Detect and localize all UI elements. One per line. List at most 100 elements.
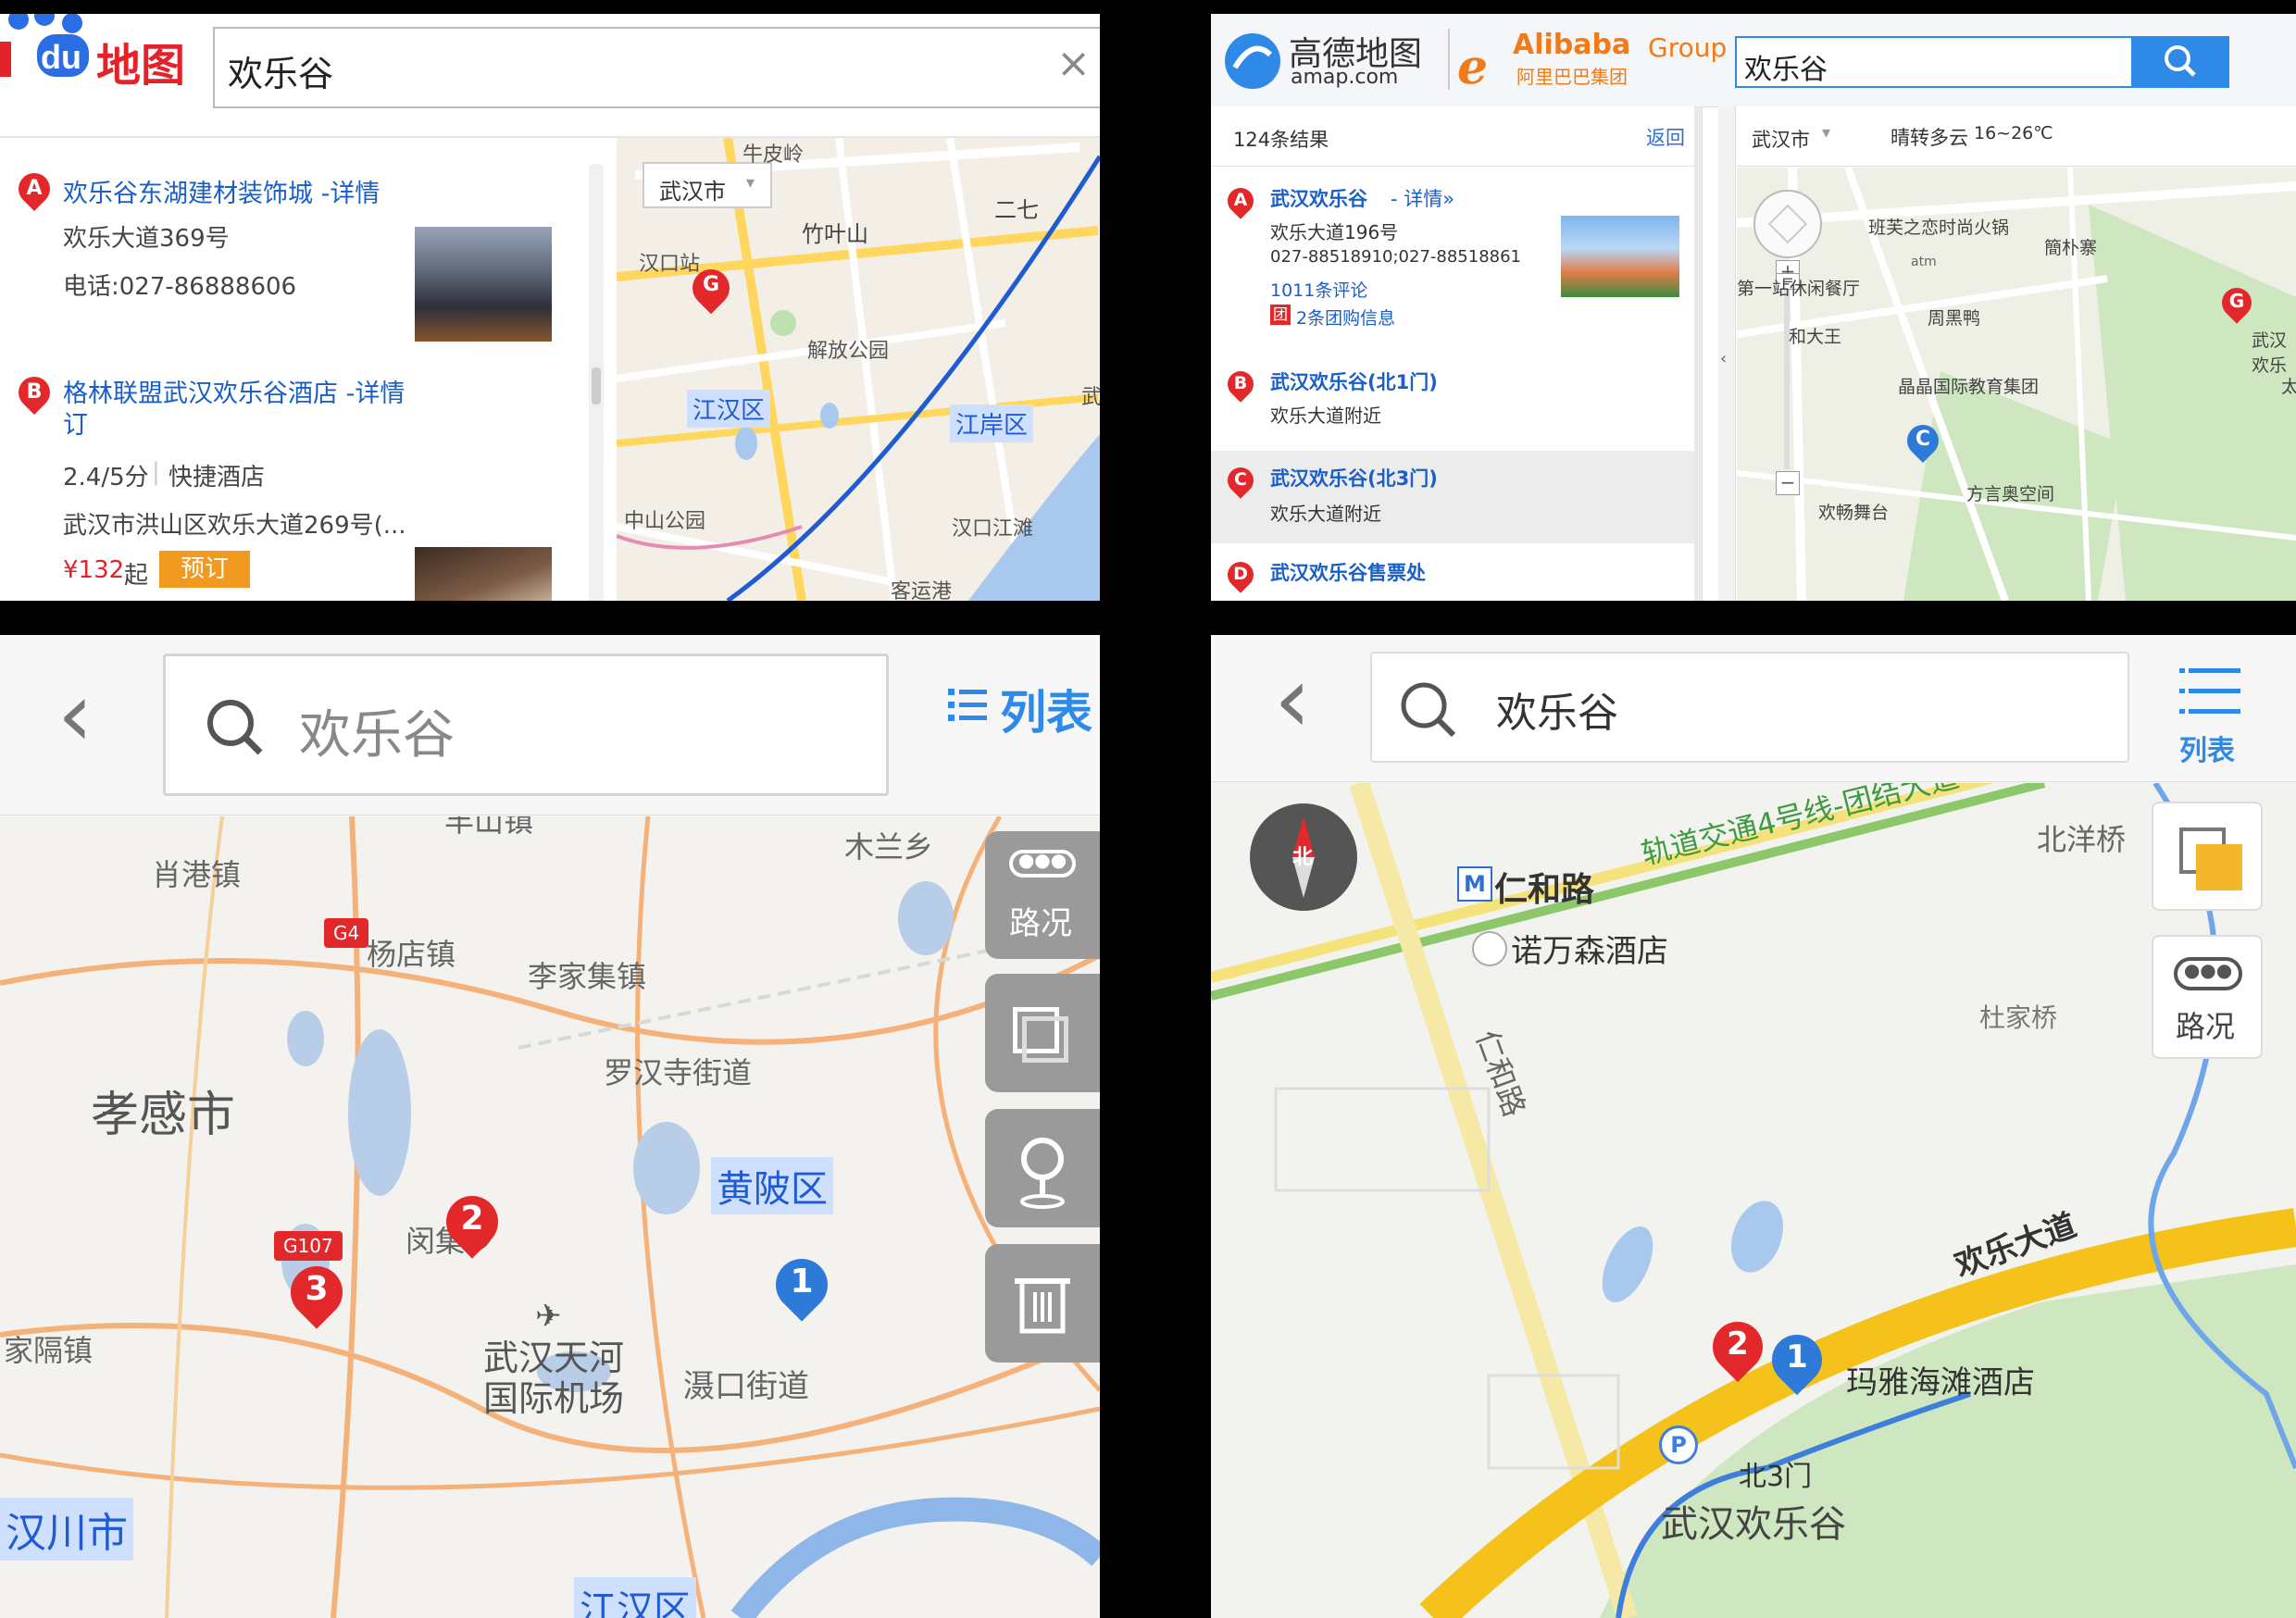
reviews-link[interactable]: 1011条评论 [1270,277,1367,302]
traffic-label: 路况 [2176,1009,2236,1044]
result-thumbnail[interactable] [1561,216,1679,297]
traffic-button[interactable]: ●●● 路况 [2152,935,2263,1059]
map-label: 丰山镇 [444,816,534,839]
zoom-slider[interactable] [1784,284,1790,469]
mobile-search-input[interactable]: 欢乐谷 [1370,652,2129,763]
map-label: 晶晶国际教育集团 [1898,377,2040,397]
back-icon[interactable]: ‹ [57,670,93,759]
map-label: 中山公园 [624,510,706,533]
baidu-result-list: A 欢乐谷东湖建材装饰城 -详情 欢乐大道369号 电话:027-8688860… [0,138,613,601]
group-buy-icon: 团 [1270,305,1291,325]
back-icon[interactable]: ‹ [1274,653,1311,746]
result-address: 欢乐大道附近 [1270,503,1381,525]
detail-link[interactable]: - 详情» [1391,184,1454,212]
list-icon[interactable] [948,685,989,726]
list-item[interactable]: A 欢乐谷东湖建材装饰城 -详情 欢乐大道369号 电话:027-8688860… [0,138,593,342]
map-label: 黄陂区 [711,1157,833,1214]
marker-c-icon: C [1234,469,1247,490]
amap-map[interactable]: + = − 班芙之恋时尚火锅 簡朴寨 第一站休闲餐厅 atm 和大王 周黑鸭 武… [1737,168,2296,601]
layers-button[interactable] [2152,802,2263,911]
atm-icon: atm [1911,255,1937,269]
list-item[interactable]: C 武汉欢乐谷(北3门) 欢乐大道附近 [1211,451,1696,543]
mobile-search-input[interactable]: 欢乐谷 [163,653,889,796]
clear-map-button[interactable] [985,1244,1100,1363]
map-label: 汉口江滩 [952,517,1034,541]
road-badge-g107: G107 [274,1231,343,1261]
baidu-map[interactable]: 武汉市 ▾ 牛皮岭 竹叶山 二七 汉口站 解放公园 江汉区 江岸区 中山公园 汉… [617,138,1100,601]
result-title[interactable]: 欢乐谷东湖建材装饰城 -详情 [63,173,380,209]
location-button[interactable] [985,1109,1100,1227]
alibaba-logo-text: Alibaba [1513,29,1631,61]
result-title[interactable]: 武汉欢乐谷(北3门) [1270,464,1438,492]
amap-search-input[interactable]: 欢乐谷 [1735,36,2133,88]
clear-icon[interactable]: × [1056,40,1091,87]
result-type: 快捷酒店 [168,464,266,492]
zoom-out-button[interactable]: − [1776,471,1800,495]
location-pin-icon [1020,1138,1065,1209]
temperature-text: 16~26℃ [1974,123,2053,143]
map-label: 杜家桥 [1979,1002,2058,1033]
traffic-icon: ●●● [1009,850,1076,877]
traffic-button[interactable]: ●●● 路况 [985,831,1100,959]
compass-button[interactable]: 北 [1250,803,1357,911]
marker-g-icon[interactable]: G [695,273,727,296]
airport-icon: ✈ [535,1298,562,1335]
list-item[interactable]: B 武汉欢乐谷(北1门) 欢乐大道附近 [1211,355,1692,443]
search-button[interactable] [2133,36,2229,88]
back-link[interactable]: 返回 [1646,123,1685,151]
map-label: 玛雅海滩酒店 [1846,1364,2035,1401]
list-item[interactable]: D 武汉欢乐谷售票处 [1211,549,1692,601]
marker-g-icon[interactable]: G [2221,290,2252,312]
divider: | [152,458,160,486]
result-title-wrap[interactable]: 订 [63,404,88,441]
map-label: 诺万森酒店 [1511,933,1668,970]
amap-result-header: 124条结果 返回 [1211,106,1702,167]
list-button[interactable]: 列表 [2179,728,2235,768]
amap-result-list: 124条结果 返回 A 武汉欢乐谷 - 详情» 欢乐大道196号 027-885… [1211,106,1703,601]
result-title[interactable]: 格林联盟武汉欢乐谷酒店 -详情 [63,373,405,409]
mobile-map-1[interactable]: 丰山镇 木兰乡 肖港镇 杨店镇 李家集镇 孝感市 罗汉寺街道 黄陂区 闵集乡 家… [0,816,1100,1618]
result-thumbnail[interactable] [415,227,552,342]
search-icon [1401,682,1456,738]
marker-1-icon[interactable]: 1 [1781,1338,1813,1375]
marker-b-icon: B [1233,373,1248,393]
list-item[interactable]: A 武汉欢乐谷 - 详情» 欢乐大道196号 027-88518910;027-… [1211,168,1692,353]
pan-control[interactable] [1753,190,1822,258]
scrollbar[interactable] [1694,106,1702,601]
map-label: 欢畅舞台 [1818,503,1890,523]
chevron-down-icon: ▾ [746,173,755,193]
result-title[interactable]: 武汉欢乐谷(北1门) [1270,367,1438,395]
result-thumbnail[interactable] [415,547,552,601]
baidu-logo-du: du [41,38,81,76]
list-button[interactable]: 列表 [1000,676,1092,742]
baidu-search-input[interactable]: 欢乐谷 × [213,27,1100,108]
mobile-map-panel-1: ‹ 欢乐谷 列表 丰山镇 木兰乡 肖港镇 杨店镇 李家集镇 孝感市 罗汉寺街道 … [0,635,1100,1618]
city-select[interactable]: 武汉市 [1752,125,1810,153]
baidu-logo-text: 地图 [96,40,186,92]
book-button[interactable]: 预订 [159,551,250,588]
marker-1-icon[interactable]: 1 [786,1263,817,1301]
baidu-map-panel: du 地图 欢乐谷 × A 欢乐谷东湖建材装饰城 -详情 欢乐大道369号 电话… [0,14,1100,601]
marker-2-icon[interactable]: 2 [1722,1326,1753,1363]
layers-button[interactable] [985,974,1100,1092]
metro-icon: M [1457,866,1492,902]
compass-label: 北 [1292,846,1314,869]
marker-a-icon: A [1233,190,1248,210]
marker-3-icon[interactable]: 3 [301,1270,332,1308]
city-select[interactable]: 武汉市 ▾ [643,162,772,208]
amap-logo-icon [1225,33,1280,89]
marker-c-icon[interactable]: C [1907,428,1939,451]
result-title[interactable]: 武汉欢乐谷售票处 [1270,558,1426,586]
scrollbar[interactable] [589,164,604,601]
result-title[interactable]: 武汉欢乐谷 [1270,184,1367,212]
group-buy-link[interactable]: 2条团购信息 [1296,305,1395,330]
marker-2-icon[interactable]: 2 [456,1200,488,1238]
weather-text: 晴转多云 [1890,127,1968,149]
list-item[interactable]: B 格林联盟武汉欢乐谷酒店 -详情 订 2.4/5分 | 快捷酒店 武汉市洪山区… [0,351,593,601]
mobile-map-2[interactable]: 轨道交通4号线-团结大道 北洋桥 M 仁和路 诺万森酒店 仁和路 杜家桥 欢乐大… [1211,783,2296,1618]
chevron-left-icon: ‹ [1720,349,1728,368]
traffic-label: 路况 [1009,905,1072,942]
result-count: 124条结果 [1233,129,1329,151]
list-icon[interactable] [2179,666,2240,716]
panel-collapse-handle[interactable]: ‹ [1718,106,1736,601]
